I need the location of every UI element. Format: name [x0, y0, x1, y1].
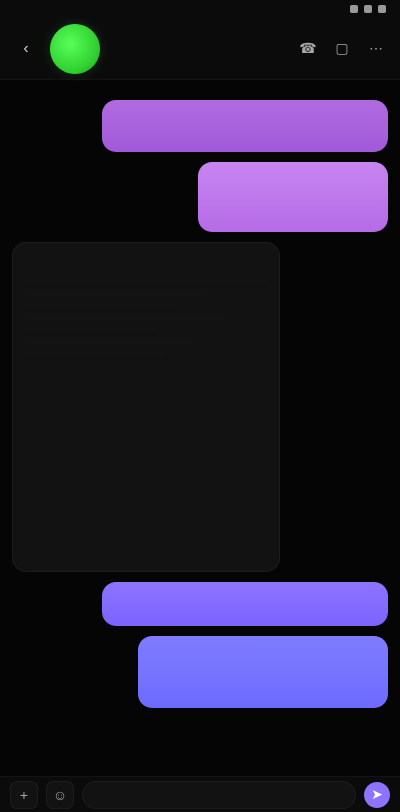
header-actions: ☎ ▢ ⋯ — [298, 39, 386, 59]
chat-screen: ‹ ☎ ▢ ⋯ + ☺ ➤ — [0, 0, 400, 812]
avatar[interactable] — [50, 23, 100, 74]
send-icon[interactable]: ➤ — [364, 781, 390, 808]
wifi-icon — [364, 5, 372, 13]
outgoing-message[interactable] — [198, 162, 388, 232]
outgoing-message[interactable] — [138, 636, 388, 708]
message-divider — [25, 328, 159, 331]
more-icon[interactable]: ⋯ — [366, 39, 386, 59]
back-icon[interactable]: ‹ — [14, 37, 38, 61]
battery-icon — [378, 5, 386, 13]
message-row — [12, 162, 388, 232]
signal-icon — [350, 5, 358, 13]
message-row — [12, 582, 388, 626]
phone-icon[interactable]: ☎ — [298, 39, 318, 59]
plus-icon[interactable]: + — [10, 780, 38, 809]
incoming-message[interactable] — [12, 242, 280, 572]
chat-header: ‹ ☎ ▢ ⋯ — [0, 18, 400, 80]
emoji-icon[interactable]: ☺ — [46, 780, 74, 809]
message-divider — [25, 340, 195, 343]
chat-thread[interactable] — [0, 80, 400, 776]
status-bar — [0, 0, 400, 18]
video-icon[interactable]: ▢ — [332, 39, 352, 59]
status-icons — [350, 5, 386, 13]
message-row — [12, 242, 388, 572]
message-divider — [25, 304, 176, 307]
message-row — [12, 636, 388, 708]
composer: + ☺ ➤ — [0, 776, 400, 812]
outgoing-message[interactable] — [102, 582, 388, 626]
outgoing-message[interactable] — [102, 100, 388, 152]
message-divider — [25, 292, 207, 295]
message-input[interactable] — [82, 780, 356, 809]
message-row — [12, 100, 388, 152]
message-divider — [25, 316, 229, 319]
message-divider — [25, 352, 166, 355]
message-divider — [25, 280, 267, 283]
